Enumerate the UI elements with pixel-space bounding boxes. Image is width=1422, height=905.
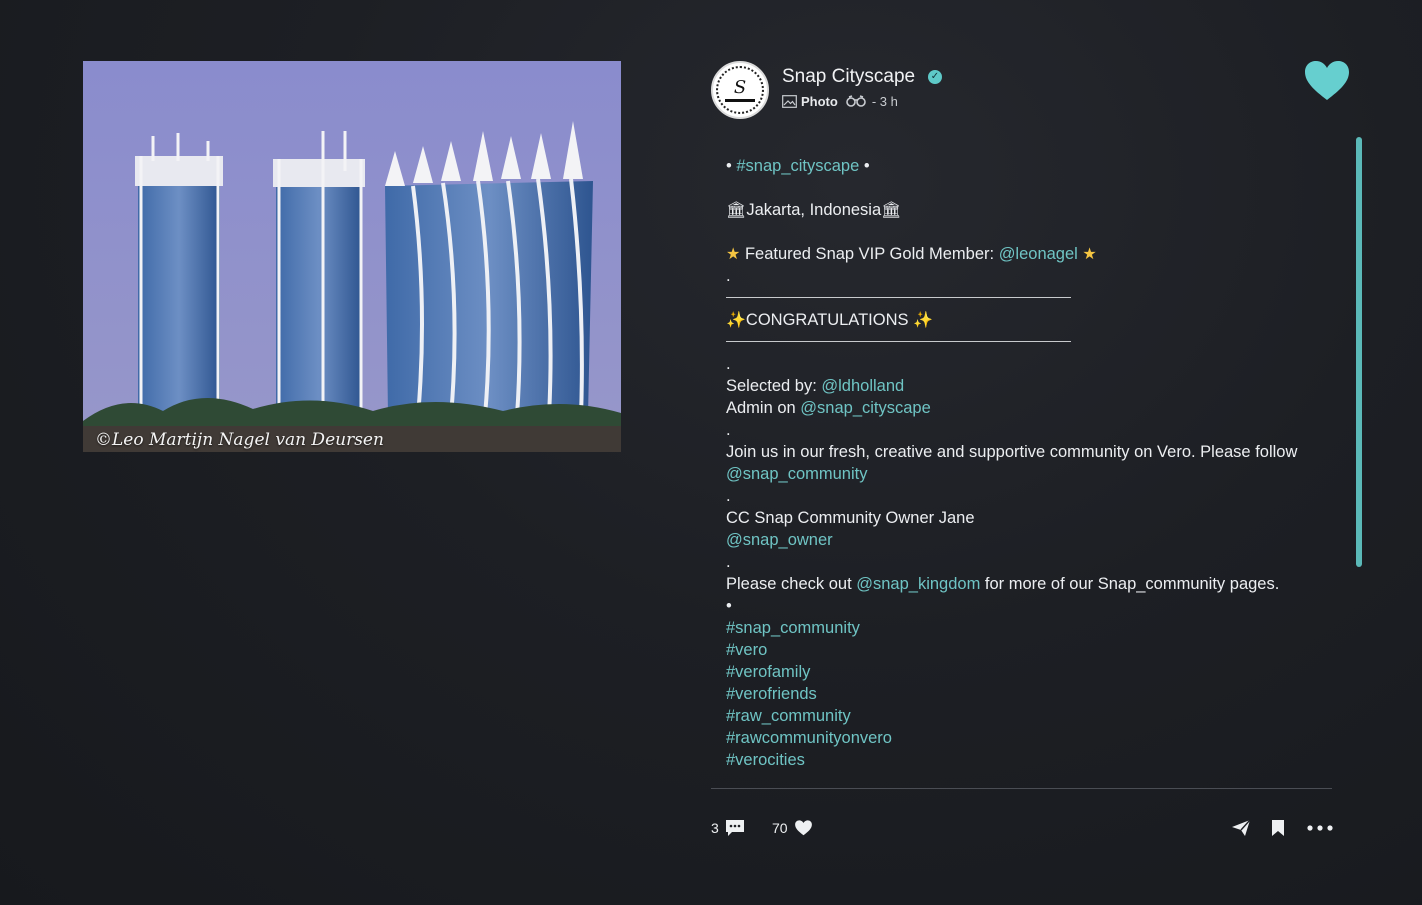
time-ago: - 3 h [871,93,898,109]
more-icon [1307,825,1333,831]
landmark-icon: 🏛 [881,200,902,219]
account-name[interactable]: Snap Cityscape [782,66,915,88]
caption-location: 🏛Jakarta, Indonesia🏛 [726,199,1316,221]
avatar[interactable]: S [711,61,769,119]
star-icon: ★ [1082,244,1097,263]
scrollbar-thumb[interactable] [1356,137,1362,567]
post-actions: 3 70 [711,816,1333,842]
user-mention[interactable]: @snap_cityscape [800,399,931,417]
user-mention[interactable]: @snap_owner [726,531,833,549]
footer-divider [711,788,1332,789]
caption-dot: . [726,355,731,373]
send-icon [1232,819,1251,836]
check-text: Please check out [726,575,857,593]
caption-admin: Admin on @snap_cityscape [726,397,1316,419]
avatar-logo: S [716,66,764,114]
hashtag-link[interactable]: #snap_community [726,617,1316,639]
bookmark-icon [1272,820,1284,836]
hashtag-link[interactable]: #verofriends [726,683,1316,705]
selected-label: Selected by: [726,377,822,395]
caption-line-tag: • #snap_cityscape • [726,155,1316,177]
comment-icon [725,820,744,836]
join-text: Join us in our fresh, creative and suppo… [726,443,1298,461]
post-viewer: ©Leo Martijn Nagel van Deursen S Snap Ci… [0,0,1422,905]
check-text: for more of our Snap_community pages. [980,575,1280,593]
hashtag-link[interactable]: #snap_cityscape [736,157,859,175]
admin-label: Admin on [726,399,801,417]
share-button[interactable] [1231,816,1251,840]
user-mention[interactable]: @snap_kingdom [856,575,980,593]
caption-congrats: ✨CONGRATULATIONS ✨ [726,309,1316,331]
bullet: • [863,157,870,175]
hashtag-link[interactable]: #vero [726,639,1316,661]
star-icon: ★ [726,244,741,263]
hashtag-link[interactable]: #verocities [726,749,1316,771]
avatar-logo-letter: S [733,76,747,98]
sparkles-icon: ✨ [726,310,746,329]
caption-dot: . [726,267,731,285]
like-count: 70 [772,820,788,836]
caption-dot: . [726,553,731,571]
binoculars-icon [846,95,866,107]
heart-icon [794,820,812,836]
cityscape-image [83,61,621,452]
caption-dot: . [726,487,731,505]
more-options-button[interactable] [1307,816,1333,840]
caption-cc-mention: @snap_owner [726,529,1316,551]
caption-featured: ★ Featured Snap VIP Gold Member: @leonag… [726,243,1316,265]
user-mention[interactable]: @leonagel [999,245,1078,263]
user-mention[interactable]: @ldholland [821,377,904,395]
image-icon [782,94,797,108]
hashtag-link[interactable]: #raw_community [726,705,1316,727]
caption-selected-by: Selected by: @ldholland [726,375,1316,397]
caption-check: Please check out @snap_kingdom for more … [726,573,1316,595]
hashtag-link[interactable]: #verofamily [726,661,1316,683]
likes-button[interactable]: 70 [772,816,813,840]
caption-dot: . [726,421,731,439]
post-photo[interactable]: ©Leo Martijn Nagel van Deursen [83,61,621,452]
featured-text: Featured Snap VIP Gold Member: [744,245,999,263]
congrats-text: CONGRATULATIONS [745,311,909,329]
user-mention[interactable]: @snap_community [726,465,867,483]
post-type: Photo [801,93,838,109]
comments-button[interactable]: 3 [711,816,745,840]
like-heart-icon[interactable] [1304,60,1350,102]
post-meta: Photo - 3 h [782,93,898,109]
divider-line [726,297,1071,298]
post-caption: • #snap_cityscape • 🏛Jakarta, Indonesia🏛… [726,155,1316,787]
divider-line [726,341,1071,342]
location-text: Jakarta, Indonesia [746,201,882,219]
avatar-logo-bar [725,98,755,102]
bullet: • [726,157,732,175]
caption-join: Join us in our fresh, creative and suppo… [726,441,1316,485]
verified-icon: ✓ [928,70,942,84]
sparkles-icon: ✨ [913,310,934,329]
caption-bullet: • [726,597,732,615]
landmark-icon: 🏛 [726,200,747,219]
hashtag-link[interactable]: #rawcommunityonvero [726,727,1316,749]
caption-cc: CC Snap Community Owner Jane [726,509,975,527]
comment-count: 3 [711,820,719,836]
photo-credit: ©Leo Martijn Nagel van Deursen [95,430,384,450]
bookmark-button[interactable] [1271,816,1285,840]
